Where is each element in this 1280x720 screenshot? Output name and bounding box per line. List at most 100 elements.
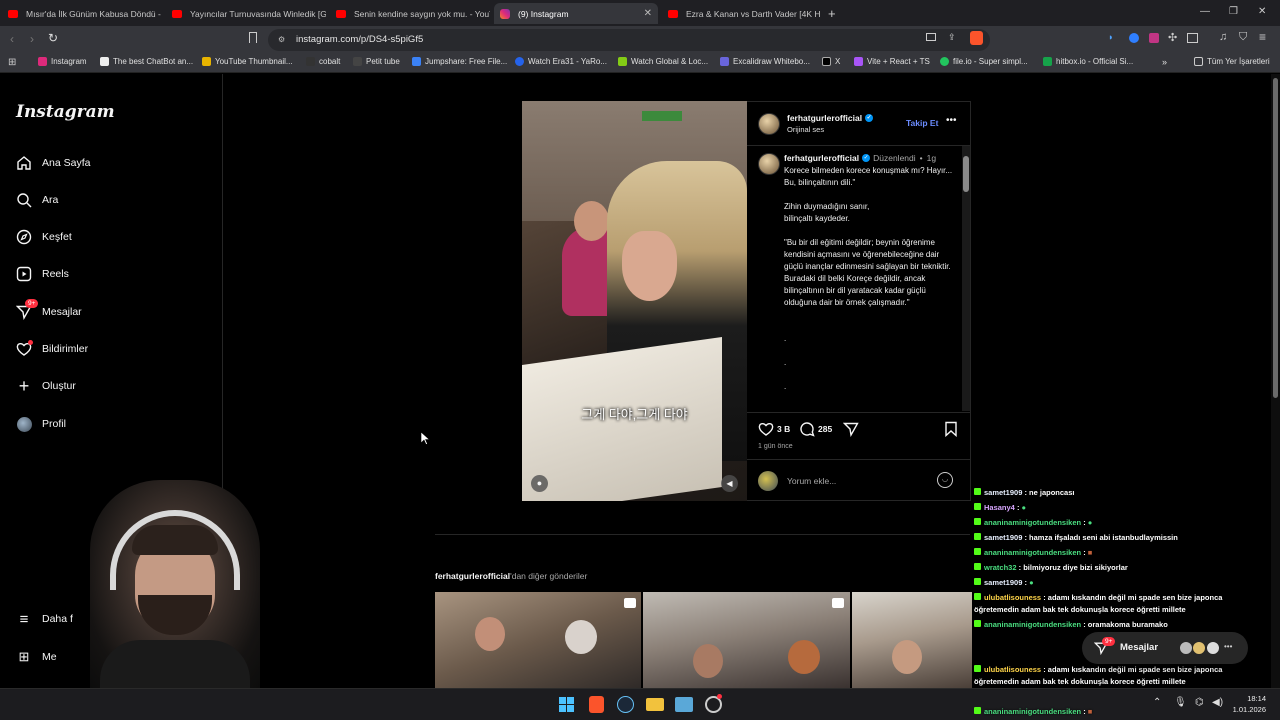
messages-floating-button[interactable]: 9+ Mesajlar •••: [1082, 632, 1248, 664]
cast-icon[interactable]: [926, 33, 936, 41]
browser-tab-1[interactable]: Mısır'da İlk Günüm Kabusa Döndü -: [2, 3, 162, 24]
bookmark-x[interactable]: X: [822, 57, 840, 66]
music-icon[interactable]: ♫: [1219, 31, 1227, 43]
comment-count[interactable]: 285: [818, 424, 832, 434]
close-tab-icon[interactable]: ✕: [644, 8, 652, 19]
author-username[interactable]: ferhatgurlerofficial: [787, 113, 862, 123]
file-explorer-icon[interactable]: [646, 698, 664, 711]
nav-profile[interactable]: Profil: [16, 416, 66, 432]
steam-icon[interactable]: [617, 696, 634, 713]
bookmark-thumbnail[interactable]: YouTube Thumbnail...: [202, 57, 293, 66]
nav-meta[interactable]: ⊞ Me: [16, 649, 57, 665]
kick-icon: [974, 578, 981, 585]
vpn-shield-icon[interactable]: ⛉: [1239, 31, 1247, 44]
author-avatar[interactable]: [758, 113, 780, 135]
browser-tab-instagram[interactable]: (9) Instagram ✕: [494, 3, 658, 24]
nav-home[interactable]: Ana Sayfa: [16, 155, 90, 171]
woman-face: [622, 231, 677, 301]
share-icon[interactable]: [842, 421, 859, 442]
caption-avatar[interactable]: [758, 153, 780, 175]
bookmark-jumpshare[interactable]: Jumpshare: Free File...: [412, 57, 507, 66]
page-scrollbar[interactable]: [1271, 74, 1280, 688]
clock-date[interactable]: 1.01.2026: [1226, 705, 1266, 714]
messenger-icon: 9+: [16, 299, 39, 320]
comment-input[interactable]: Yorum ekle...: [787, 476, 836, 486]
nav-more[interactable]: ≡ Daha f: [16, 611, 73, 628]
bookmark-vite[interactable]: Vite + React + TS: [854, 57, 930, 66]
bookmark-page-icon[interactable]: [249, 32, 257, 43]
chat-username: samet1909: [984, 578, 1023, 587]
bookmark-fileio[interactable]: file.io - Super simpl...: [940, 57, 1028, 66]
url-text[interactable]: instagram.com/p/DS4-s5piGf5: [296, 34, 423, 45]
bookmark-excalidraw[interactable]: Excalidraw Whitebo...: [720, 57, 810, 66]
share-icon[interactable]: ⇪: [948, 32, 956, 43]
extension-icon[interactable]: [1149, 33, 1159, 43]
chat-text: : adamı kıskandın değil mi spade sen biz…: [1043, 665, 1223, 674]
more-post-thumbnail[interactable]: [852, 592, 972, 688]
back-icon[interactable]: ‹: [10, 32, 14, 46]
network-icon[interactable]: ⌬: [1195, 697, 1204, 708]
microphone-icon[interactable]: 🎙: [1174, 697, 1187, 708]
windows-start-icon[interactable]: [559, 697, 574, 712]
site-info-icon[interactable]: ⚙: [278, 35, 285, 44]
bookmark-era31[interactable]: Watch Era31 - YaRo...: [515, 57, 607, 66]
like-count[interactable]: 3 B: [777, 424, 790, 434]
shirt-shape: [100, 640, 250, 690]
forward-icon[interactable]: ›: [30, 32, 34, 46]
bookmark-chatbot[interactable]: The best ChatBot an...: [100, 57, 193, 66]
extension-icon[interactable]: [1129, 33, 1139, 43]
bookmark-petit-tube[interactable]: Petit tube: [353, 57, 400, 66]
more-post-thumbnail[interactable]: [435, 592, 641, 688]
browser-tab-2[interactable]: Yayıncılar Turnuvasında Winledik [Gh: [166, 3, 326, 24]
caption-scrollbar[interactable]: [962, 146, 970, 411]
bookmark-hitbox[interactable]: hitbox.io - Official Si...: [1043, 57, 1133, 66]
brave-browser-icon[interactable]: [589, 696, 604, 713]
chat-text: : oramakoma buramako: [1083, 620, 1168, 629]
caption-username[interactable]: ferhatgurlerofficial: [784, 153, 859, 163]
nav-explore[interactable]: Keşfet: [16, 229, 72, 245]
author-header[interactable]: ferhatgurlerofficial ✓: [787, 113, 874, 123]
comment-icon[interactable]: [799, 421, 815, 442]
nav-reels[interactable]: Reels: [16, 266, 69, 282]
reload-icon[interactable]: ↻: [48, 31, 58, 45]
bookmark-instagram[interactable]: Instagram: [38, 57, 87, 66]
minimize-button[interactable]: —: [1200, 6, 1210, 17]
nav-messages[interactable]: 9+ Mesajlar: [16, 299, 82, 320]
sidebar-toggle-icon[interactable]: [1187, 33, 1198, 43]
brave-shields-icon[interactable]: [970, 31, 983, 45]
like-icon[interactable]: [758, 421, 774, 442]
bookmark-cobalt[interactable]: cobalt: [306, 57, 340, 66]
audio-label[interactable]: Orijinal ses: [787, 125, 824, 134]
browser-tab-5[interactable]: Ezra & Kanan vs Darth Vader [4K HDR: [662, 3, 820, 24]
apps-grid-icon[interactable]: ⊞: [8, 57, 16, 68]
scrollbar-thumb[interactable]: [1273, 78, 1278, 398]
extensions-puzzle-icon[interactable]: ✣: [1168, 31, 1177, 44]
audio-playing-icon[interactable]: ◗: [1108, 32, 1113, 42]
volume-icon[interactable]: ◀): [1212, 697, 1223, 708]
tray-chevron-icon[interactable]: ⌃: [1153, 697, 1161, 708]
bookmark-global[interactable]: Watch Global & Loc...: [618, 57, 708, 66]
follow-button[interactable]: Takip Et: [906, 118, 938, 128]
maximize-button[interactable]: ❐: [1229, 6, 1238, 17]
instagram-logo[interactable]: Instagram: [16, 102, 115, 122]
new-tab-button[interactable]: +: [828, 6, 836, 21]
nav-create[interactable]: + Oluştur: [16, 376, 76, 396]
scrollbar-thumb[interactable]: [963, 156, 969, 192]
nav-search[interactable]: Ara: [16, 192, 58, 208]
clock-time[interactable]: 18:14: [1226, 694, 1266, 703]
photos-icon[interactable]: [675, 697, 693, 712]
emoji-icon[interactable]: ◡: [937, 472, 953, 488]
close-window-button[interactable]: ✕: [1258, 6, 1266, 17]
menu-icon[interactable]: ≡: [1259, 30, 1266, 44]
bookmarks-overflow-icon[interactable]: »: [1162, 57, 1167, 67]
more-post-thumbnail[interactable]: [643, 592, 850, 688]
nav-notifications[interactable]: Bildirimler: [16, 340, 88, 357]
speaker-icon[interactable]: ◀: [721, 475, 738, 492]
more-posts-username[interactable]: ferhatgurlerofficial: [435, 571, 510, 581]
post-video[interactable]: 그게 다야,그게 다야 ● ◀: [522, 101, 747, 501]
browser-tab-3[interactable]: Senin kendine saygın yok mu. - YouT: [330, 3, 490, 24]
more-options-icon[interactable]: •••: [946, 115, 957, 126]
all-bookmarks-folder[interactable]: Tüm Yer İşaretleri: [1194, 57, 1270, 66]
user-tag-icon[interactable]: ●: [531, 475, 548, 492]
save-icon[interactable]: [944, 421, 958, 442]
